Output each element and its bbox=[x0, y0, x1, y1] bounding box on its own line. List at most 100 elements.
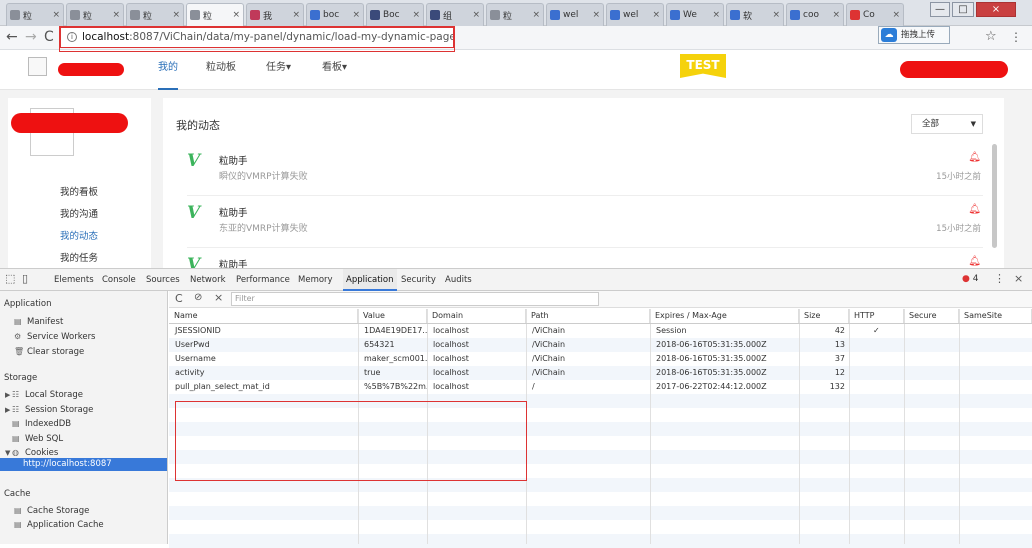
close-icon[interactable]: × bbox=[712, 10, 720, 20]
dynamic-item[interactable]: V 粒助手 东亚的VMRP计算失败 🔔︎ 15小时之前 bbox=[187, 198, 983, 248]
expand-arrow-icon[interactable]: ▼ bbox=[5, 449, 12, 457]
devtools-tab[interactable]: Memory bbox=[298, 269, 333, 291]
nav-item[interactable]: 看板▾ bbox=[322, 50, 347, 90]
reload-icon[interactable]: C bbox=[44, 29, 54, 45]
close-icon[interactable]: × bbox=[112, 10, 120, 20]
table-row[interactable]: pull_plan_select_mat_id %5B%7B%22m... loca… bbox=[169, 380, 1032, 394]
column-header[interactable]: SameSite bbox=[959, 309, 1032, 323]
browser-tab[interactable]: wel × bbox=[546, 3, 604, 26]
close-window-button[interactable]: × bbox=[976, 2, 1016, 17]
close-icon[interactable]: × bbox=[172, 10, 180, 20]
close-icon[interactable]: × bbox=[652, 10, 660, 20]
forward-icon[interactable]: → bbox=[25, 29, 37, 45]
table-row[interactable]: activity true localhost/ViChain 2018-06-16T… bbox=[169, 366, 1032, 380]
column-header[interactable]: Secure bbox=[904, 309, 959, 323]
cache-item[interactable]: ▤ Cache Storage bbox=[14, 506, 89, 516]
browser-tab[interactable]: 粒 × bbox=[6, 3, 64, 26]
delete-selected-icon[interactable]: × bbox=[214, 291, 223, 304]
close-icon[interactable]: × bbox=[292, 10, 300, 20]
device-toggle-icon[interactable]: ▯ bbox=[22, 272, 28, 285]
devtools-tab[interactable]: Network bbox=[190, 269, 226, 291]
devtools-tab[interactable]: Console bbox=[102, 269, 136, 291]
site-logo[interactable] bbox=[28, 57, 47, 76]
expand-arrow-icon[interactable]: ▶ bbox=[5, 391, 12, 399]
browser-tab[interactable]: We × bbox=[666, 3, 724, 26]
browser-tab[interactable]: coo × bbox=[786, 3, 844, 26]
close-devtools-icon[interactable]: × bbox=[1014, 272, 1023, 285]
close-icon[interactable]: × bbox=[592, 10, 600, 20]
column-header[interactable]: Name bbox=[169, 309, 358, 323]
profile-link[interactable]: 我的看板 bbox=[60, 184, 98, 198]
back-icon[interactable]: ← bbox=[6, 29, 18, 45]
table-row[interactable]: Username maker_scm001... localhost/ViChain… bbox=[169, 352, 1032, 366]
browser-tab[interactable]: 粒 × bbox=[126, 3, 184, 26]
cookie-filter-input[interactable]: Filter bbox=[231, 292, 599, 306]
bell-icon[interactable]: 🔔︎ bbox=[968, 152, 981, 163]
devtools-tab[interactable]: Sources bbox=[146, 269, 180, 291]
close-icon[interactable]: × bbox=[472, 10, 480, 20]
browser-tab[interactable]: 粒 × bbox=[186, 3, 244, 26]
minimize-button[interactable]: — bbox=[930, 2, 950, 17]
feed-filter-select[interactable]: 全部 ▼ bbox=[911, 114, 983, 134]
dynamic-item[interactable]: V 粒助手 瞬仪的VMRP计算失败 🔔︎ 15小时之前 bbox=[187, 146, 983, 196]
nav-item[interactable]: 粒动板 bbox=[206, 50, 236, 90]
dynamic-item[interactable]: V 粒助手 🔔︎ bbox=[187, 250, 983, 268]
browser-tab[interactable]: 组 × bbox=[426, 3, 484, 26]
refresh-icon[interactable]: C bbox=[175, 292, 183, 305]
storage-item[interactable]: ▶ ☷ Session Storage bbox=[5, 405, 93, 415]
table-row[interactable]: UserPwd 654321 localhost/ViChain 2018-06-16… bbox=[169, 338, 1032, 352]
close-icon[interactable]: × bbox=[352, 10, 360, 20]
browser-tab[interactable]: Co × bbox=[846, 3, 904, 26]
close-icon[interactable]: × bbox=[892, 10, 900, 20]
profile-link[interactable]: 我的动态 bbox=[60, 228, 98, 242]
cache-item[interactable]: ▤ Application Cache bbox=[14, 520, 104, 530]
maximize-button[interactable]: □ bbox=[952, 2, 974, 17]
application-item[interactable]: ▤ Manifest bbox=[14, 317, 63, 327]
devtools-tab[interactable]: Performance bbox=[236, 269, 290, 291]
expand-arrow-icon[interactable]: ▶ bbox=[5, 406, 12, 414]
storage-item[interactable]: ▤ IndexedDB bbox=[5, 419, 71, 429]
column-header[interactable]: Domain bbox=[427, 309, 526, 323]
browser-tab[interactable]: boc × bbox=[306, 3, 364, 26]
devtools-tab[interactable]: Elements bbox=[54, 269, 94, 291]
profile-link[interactable]: 我的任务 bbox=[60, 250, 98, 264]
browser-tab[interactable]: Boc × bbox=[366, 3, 424, 26]
close-icon[interactable]: × bbox=[412, 10, 420, 20]
upload-button[interactable]: ☁ 拖拽上传 bbox=[878, 26, 950, 44]
browser-tab[interactable]: 粒 × bbox=[66, 3, 124, 26]
storage-item[interactable]: ▶ ☷ Local Storage bbox=[5, 390, 83, 400]
nav-item[interactable]: 任务▾ bbox=[266, 50, 291, 90]
column-header[interactable]: HTTP bbox=[849, 309, 904, 323]
close-icon[interactable]: × bbox=[232, 10, 240, 20]
inspect-element-icon[interactable]: ⬚ bbox=[5, 272, 15, 285]
bell-icon[interactable]: 🔔︎ bbox=[968, 204, 981, 215]
table-row[interactable]: JSESSIONID 1DA4E19DE17... localhost/ViChai… bbox=[169, 324, 1032, 338]
devtools-tab[interactable]: Audits bbox=[445, 269, 472, 291]
close-icon[interactable]: × bbox=[52, 10, 60, 20]
browser-tab[interactable]: 软 × bbox=[726, 3, 784, 26]
feed-scrollbar[interactable] bbox=[992, 144, 997, 248]
nav-item[interactable]: 我的 bbox=[158, 50, 178, 90]
browser-menu-icon[interactable]: ⋮ bbox=[1010, 29, 1022, 45]
column-header[interactable]: Expires / Max-Age bbox=[650, 309, 799, 323]
devtools-tab[interactable]: Application bbox=[343, 269, 397, 291]
application-item[interactable]: 🗑︎ Clear storage bbox=[14, 347, 84, 357]
storage-item[interactable]: ▤ Web SQL bbox=[5, 434, 63, 444]
bookmark-star-icon[interactable]: ☆ bbox=[985, 29, 997, 45]
column-header[interactable]: Path bbox=[526, 309, 650, 323]
close-icon[interactable]: × bbox=[832, 10, 840, 20]
browser-tab[interactable]: 我 × bbox=[246, 3, 304, 26]
column-header[interactable]: Size bbox=[799, 309, 849, 323]
profile-link[interactable]: 我的沟通 bbox=[60, 206, 98, 220]
close-icon[interactable]: × bbox=[532, 10, 540, 20]
browser-tab[interactable]: wel × bbox=[606, 3, 664, 26]
close-icon[interactable]: × bbox=[772, 10, 780, 20]
devtools-tab[interactable]: Security bbox=[401, 269, 436, 291]
storage-item[interactable]: ▼ ◍ Cookies bbox=[5, 448, 58, 458]
devtools-menu-icon[interactable]: ⋮ bbox=[994, 272, 1005, 285]
error-count-icon[interactable]: ● 4 bbox=[962, 274, 978, 284]
browser-tab[interactable]: 粒 × bbox=[486, 3, 544, 26]
application-item[interactable]: ⚙ Service Workers bbox=[14, 332, 96, 342]
column-header[interactable]: Value bbox=[358, 309, 427, 323]
bell-icon[interactable]: 🔔︎ bbox=[968, 256, 981, 267]
